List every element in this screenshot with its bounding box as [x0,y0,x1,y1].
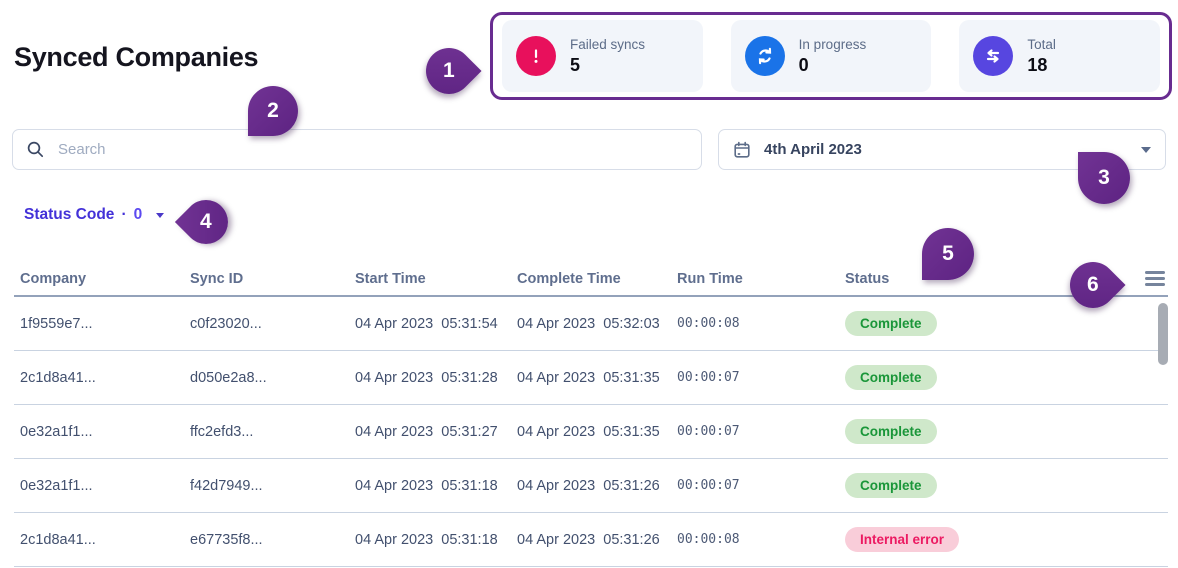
search-box[interactable] [12,129,702,170]
sync-id-cell: d050e2a8... [190,369,267,386]
stat-card-failed-syncs: Failed syncs 5 [502,20,703,92]
status-badge: Complete [845,311,937,336]
run-time-cell: 00:00:07 [677,478,740,493]
table-row[interactable]: 0e32a1f1... ffc2efd3... 04 Apr 2023 05:3… [14,405,1168,459]
table-menu-icon[interactable] [1145,268,1169,290]
date-picker-value: 4th April 2023 [764,141,862,158]
start-time-cell: 04 Apr 2023 05:31:54 [355,315,498,332]
annotation-marker-4: 4 [174,190,238,254]
start-time-cell: 04 Apr 2023 05:31:18 [355,477,498,494]
company-cell: 0e32a1f1... [20,477,93,494]
table-row[interactable]: 2c1d8a41... d050e2a8... 04 Apr 2023 05:3… [14,351,1168,405]
column-header-run-time: Run Time [677,270,743,287]
chevron-down-icon[interactable] [1141,146,1151,153]
sync-id-cell: f42d7949... [190,477,263,494]
sync-id-cell: e67735f8... [190,531,263,548]
column-header-sync-id: Sync ID [190,270,244,287]
annotation-marker-1: 1 [416,38,482,104]
chevron-down-icon[interactable] [156,212,165,218]
stat-label: In progress [798,36,867,52]
column-header-complete-time: Complete Time [517,270,621,287]
vertical-scrollbar-thumb[interactable] [1158,303,1168,365]
column-header-start-time: Start Time [355,270,426,287]
alert-icon [516,36,556,76]
transfer-icon [973,36,1014,76]
stat-label: Failed syncs [570,36,646,52]
column-header-company: Company [20,270,87,287]
table-row[interactable]: 1f9559e7... c0f23020... 04 Apr 2023 05:3… [14,297,1168,351]
company-cell: 0e32a1f1... [20,423,93,440]
status-badge: Complete [845,365,937,390]
complete-time-cell: 04 Apr 2023 05:31:26 [517,477,660,494]
company-cell: 2c1d8a41... [20,531,96,548]
annotation-marker-2: 2 [248,86,298,136]
sync-id-cell: ffc2efd3... [190,423,254,440]
sync-icon [744,36,785,76]
company-cell: 1f9559e7... [20,315,93,332]
table-row[interactable]: 2c1d8a41... e67735f8... 04 Apr 2023 05:3… [14,513,1168,567]
stat-value: 5 [570,54,581,75]
run-time-cell: 00:00:08 [677,532,740,547]
company-cell: 2c1d8a41... [20,369,96,386]
complete-time-cell: 04 Apr 2023 05:31:35 [517,423,660,440]
stat-value: 18 [1027,54,1048,75]
page-title: Synced Companies [14,42,259,72]
stats-summary-box: Failed syncs 5 In progress 0 Total 18 [490,12,1172,100]
start-time-cell: 04 Apr 2023 05:31:28 [355,369,498,386]
complete-time-cell: 04 Apr 2023 05:32:03 [517,315,660,332]
annotation-marker-3: 3 [1078,152,1130,204]
stat-label: Total [1027,36,1056,52]
stat-card-in-progress: In progress 0 [730,20,932,92]
sync-table: Company Sync ID Start Time Complete Time… [14,262,1168,567]
run-time-cell: 00:00:08 [677,316,740,331]
status-badge: Internal error [845,527,960,552]
status-badge: Complete [845,473,937,498]
complete-time-cell: 04 Apr 2023 05:31:35 [517,369,660,386]
table-row[interactable]: 0e32a1f1... f42d7949... 04 Apr 2023 05:3… [14,459,1168,513]
stat-value: 0 [798,54,809,75]
search-icon [26,140,45,159]
annotation-marker-5: 5 [922,228,974,280]
status-badge: Complete [845,419,937,444]
search-input[interactable] [56,140,688,159]
status-code-filter[interactable]: Status Code · 0 [24,206,165,224]
calendar-icon [733,141,751,159]
sync-id-cell: c0f23020... [190,315,262,332]
complete-time-cell: 04 Apr 2023 05:31:26 [517,531,660,548]
stat-card-total: Total 18 [959,20,1161,92]
start-time-cell: 04 Apr 2023 05:31:27 [355,423,498,440]
run-time-cell: 00:00:07 [677,424,740,439]
status-code-filter-count: 0 [133,206,143,223]
status-code-filter-separator: · [121,206,127,223]
table-header-row: Company Sync ID Start Time Complete Time… [14,262,1168,297]
status-code-filter-label: Status Code [24,206,115,223]
start-time-cell: 04 Apr 2023 05:31:18 [355,531,498,548]
run-time-cell: 00:00:07 [677,370,740,385]
